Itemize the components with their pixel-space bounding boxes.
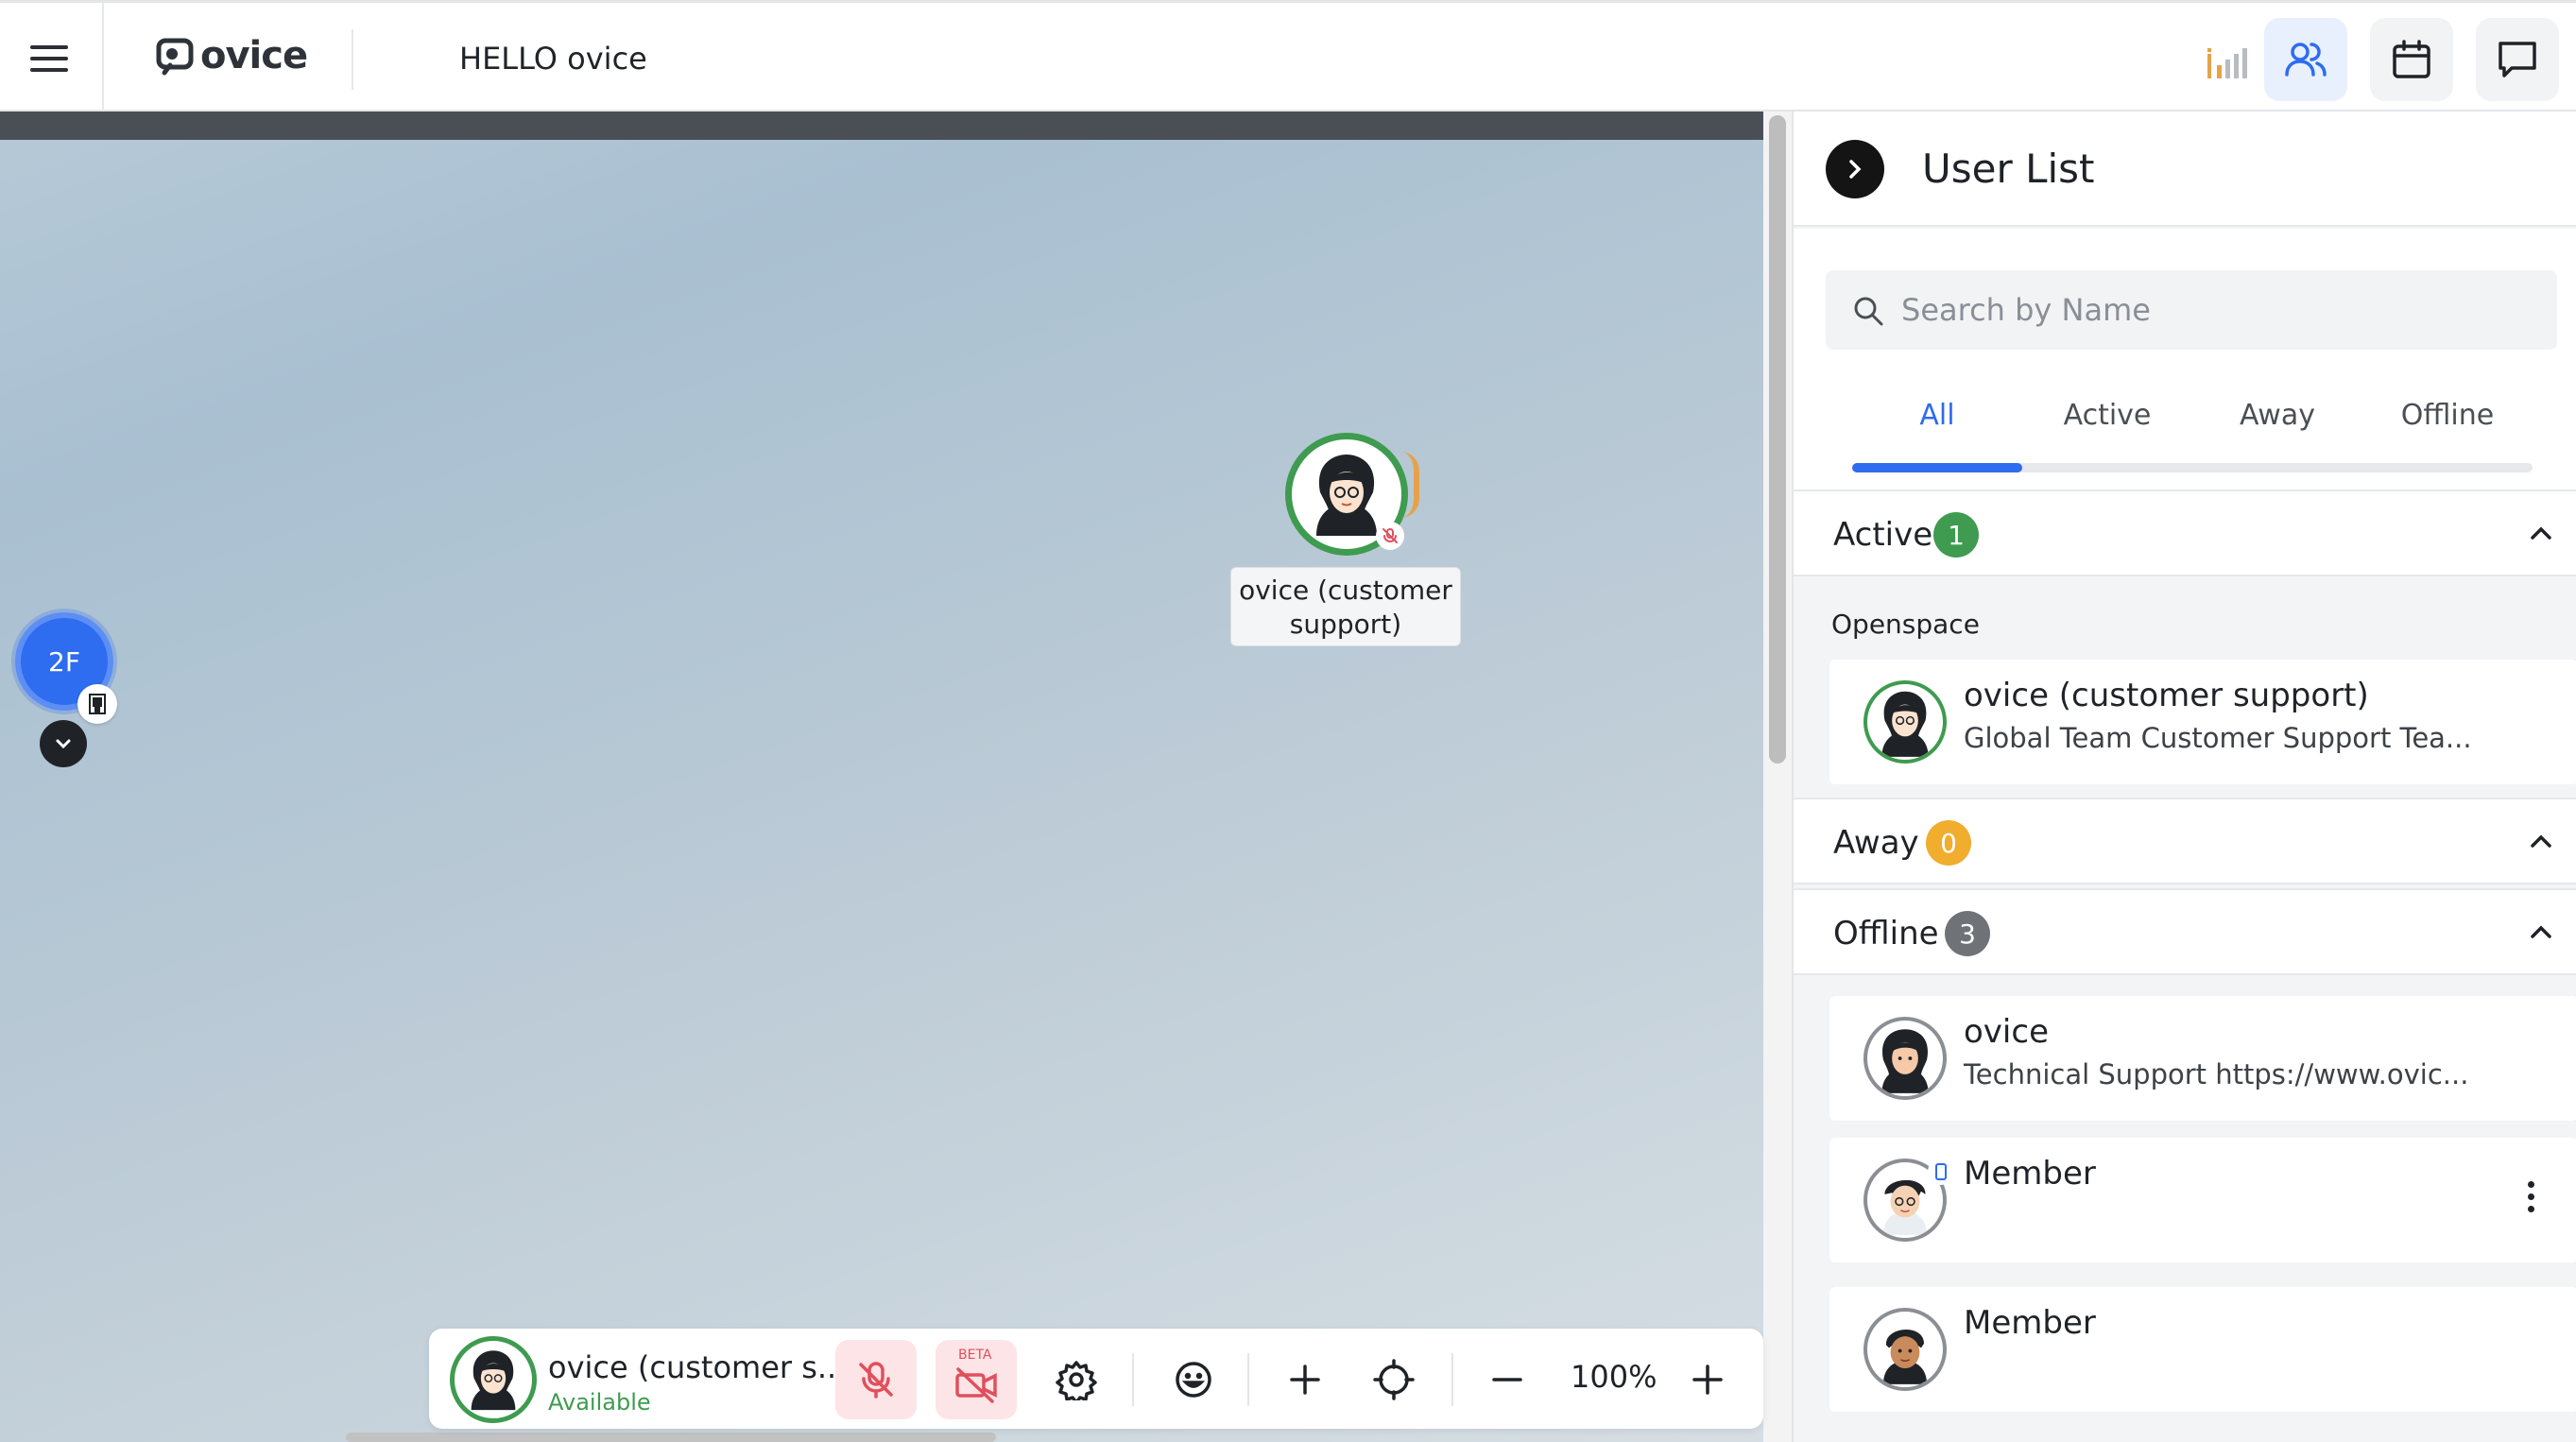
section-active-header[interactable]: Active 1 — [1794, 489, 2576, 576]
mic-toggle-button[interactable] — [835, 1340, 917, 1419]
zoom-level: 100% — [1571, 1359, 1657, 1395]
avatar-icon — [1882, 1329, 1928, 1384]
reaction-button[interactable] — [1153, 1340, 1234, 1419]
top-header: ovice HELLO ovice — [0, 0, 2576, 112]
mic-off-icon — [1376, 522, 1404, 550]
search-and-tabs: All Active Away Offline — [1794, 229, 2576, 493]
signal-strength-icon[interactable] — [2206, 44, 2249, 80]
scrollbar-thumb[interactable] — [1769, 115, 1786, 764]
user-name: Member — [1964, 1155, 2096, 1193]
speaking-indicator — [1400, 452, 1419, 518]
list-item[interactable]: ovice (customer support) Global Team Cus… — [1829, 660, 2576, 784]
chevron-up-icon[interactable] — [2527, 520, 2555, 548]
users-button[interactable] — [2264, 18, 2347, 101]
emoji-icon — [1176, 1362, 1211, 1398]
user-filter-tabs: All Active Away Offline — [1852, 399, 2533, 455]
space-map[interactable] — [0, 112, 1763, 1442]
tab-all[interactable]: All — [1852, 399, 2022, 432]
avatar-icon — [1881, 691, 1929, 757]
users-icon — [2285, 43, 2327, 77]
user-name: ovice (customer support) — [1964, 677, 2369, 714]
avatar-icon — [471, 1350, 516, 1411]
user-subtitle: Technical Support https://www.ovic... — [1964, 1058, 2469, 1090]
user-name: Member — [1964, 1304, 2096, 1342]
map-user-label: ovice (customer support) — [1230, 567, 1461, 646]
toolbar-divider — [1451, 1353, 1453, 1406]
list-item[interactable]: Member — [1829, 1138, 2576, 1262]
user-name: ovice — [1964, 1013, 2049, 1051]
toolbar-divider — [1247, 1353, 1249, 1406]
my-user-name: ovice (customer s.. — [548, 1349, 837, 1385]
section-offline-header[interactable]: Offline 3 — [1794, 888, 2576, 975]
header-divider — [352, 29, 353, 90]
search-input[interactable] — [1901, 282, 2544, 338]
locate-icon — [1373, 1359, 1415, 1400]
group-label: Openspace — [1831, 609, 1980, 640]
my-avatar[interactable] — [450, 1336, 537, 1423]
active-count-badge: 1 — [1933, 512, 1979, 558]
search-box[interactable] — [1826, 270, 2557, 350]
zoom-in-icon — [1692, 1365, 1723, 1395]
tab-indicator — [1852, 463, 2022, 472]
tab-indicator-track — [1852, 463, 2533, 472]
chevron-up-icon[interactable] — [2527, 918, 2555, 947]
list-item[interactable]: Member — [1829, 1287, 2576, 1412]
offline-count-badge: 3 — [1945, 911, 1990, 956]
avatar — [1863, 1017, 1947, 1100]
calendar-icon — [2393, 40, 2430, 78]
map-vertical-scrollbar[interactable] — [1763, 112, 1792, 1442]
mic-off-icon — [859, 1362, 893, 1399]
user-subtitle: Global Team Customer Support Tea... — [1964, 722, 2472, 754]
away-count-badge: 0 — [1926, 820, 1971, 866]
panel-header: User List — [1794, 112, 2576, 227]
space-title: HELLO ovice — [459, 41, 647, 77]
ovice-logo-mark-icon — [156, 38, 194, 76]
beta-label: BETA — [958, 1348, 992, 1363]
map-horizontal-scrollbar[interactable] — [346, 1433, 996, 1442]
avatar — [1863, 1308, 1947, 1391]
list-item[interactable]: ovice Technical Support https://www.ovic… — [1829, 996, 2576, 1121]
hamburger-icon[interactable] — [26, 41, 72, 77]
chat-button[interactable] — [2476, 18, 2559, 101]
building-icon[interactable] — [77, 684, 117, 724]
bottom-toolbar: ovice (customer s.. Available BETA 100% — [429, 1329, 1763, 1429]
panel-title: User List — [1922, 146, 2095, 192]
chevron-right-icon — [1849, 160, 1862, 179]
plus-icon — [1290, 1365, 1320, 1395]
zoom-out-icon — [1492, 1378, 1522, 1382]
section-title: Offline — [1833, 915, 1939, 953]
add-button[interactable] — [1264, 1340, 1346, 1419]
chat-icon — [2499, 42, 2536, 77]
map-top-bar — [0, 112, 1763, 140]
tab-away[interactable]: Away — [2192, 399, 2362, 432]
my-user-status: Available — [548, 1389, 651, 1416]
avatar — [1863, 680, 1947, 764]
tab-active[interactable]: Active — [2022, 399, 2192, 432]
settings-button[interactable] — [1036, 1340, 1117, 1419]
section-title: Away — [1833, 824, 1919, 862]
chevron-up-icon[interactable] — [2527, 828, 2555, 856]
avatar-icon — [1881, 1029, 1929, 1093]
calendar-button[interactable] — [2370, 18, 2453, 101]
section-title: Active — [1833, 516, 1933, 554]
section-away-header[interactable]: Away 0 — [1794, 798, 2576, 884]
toolbar-divider — [1132, 1353, 1134, 1406]
user-list-panel: User List All Active Away Offline Active… — [1792, 112, 2576, 1442]
zoom-out-button[interactable] — [1467, 1340, 1548, 1419]
locate-me-button[interactable] — [1353, 1340, 1434, 1419]
collapse-panel-button[interactable] — [1826, 140, 1884, 198]
settings-icon — [1056, 1361, 1097, 1400]
camera-off-icon — [955, 1367, 997, 1403]
logo-text: ovice — [200, 34, 308, 77]
mobile-device-icon — [1928, 1159, 1954, 1185]
zoom-in-button[interactable] — [1667, 1340, 1748, 1419]
camera-toggle-button[interactable]: BETA — [936, 1340, 1017, 1419]
search-icon — [1854, 297, 1883, 326]
header-divider — [102, 3, 104, 112]
more-options-icon[interactable] — [2528, 1181, 2534, 1212]
ovice-logo[interactable]: ovice — [155, 31, 308, 80]
chevron-down-icon[interactable] — [40, 720, 87, 767]
tab-offline[interactable]: Offline — [2362, 399, 2533, 432]
